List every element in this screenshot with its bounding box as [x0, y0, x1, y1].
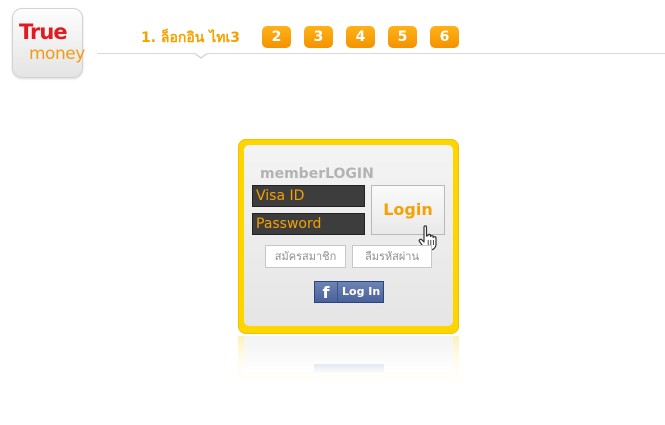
- step-4-badge: 4: [346, 26, 375, 48]
- facebook-login-button[interactable]: f Log In: [314, 281, 384, 303]
- register-button[interactable]: สมัครสมาชิก: [265, 245, 346, 268]
- facebook-icon: f: [315, 282, 338, 302]
- step-2-badge: 2: [262, 26, 291, 48]
- reflection-facebook-button: [314, 364, 384, 374]
- step-divider-line: [97, 53, 665, 54]
- forgot-password-button[interactable]: ลืมรหัสผ่าน: [352, 245, 432, 268]
- step-1-label: 1. ล็อกอิน ไทเ3: [141, 30, 241, 46]
- step-3-badge: 3: [304, 26, 333, 48]
- visa-id-input[interactable]: [252, 185, 365, 207]
- logo-text-true: True: [19, 20, 68, 44]
- step-5-badge: 5: [388, 26, 417, 48]
- step-6-badge: 6: [430, 26, 459, 48]
- step-pointer-notch: [193, 52, 209, 59]
- password-input[interactable]: [252, 213, 365, 235]
- member-login-title: memberLOGIN: [260, 166, 374, 182]
- truemoney-logo: True money: [12, 8, 85, 78]
- facebook-login-label: Log In: [342, 285, 381, 298]
- logo-text-money: money: [29, 44, 85, 64]
- login-panel-reflection: [238, 336, 459, 384]
